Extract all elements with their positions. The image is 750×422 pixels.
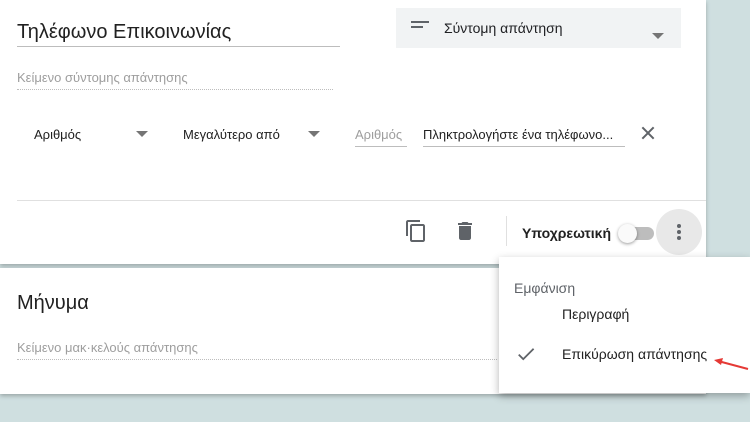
question-title[interactable]: Μήνυμα bbox=[17, 292, 89, 315]
check-icon bbox=[518, 348, 535, 361]
menu-item-label: Περιγραφή bbox=[562, 306, 630, 322]
trash-icon[interactable] bbox=[453, 219, 477, 243]
chevron-down-icon[interactable] bbox=[308, 131, 320, 137]
validation-condition-select[interactable]: Μεγαλύτερο από bbox=[183, 127, 280, 142]
validation-error-text-input[interactable]: Πληκτρολογήστε ένα τηλέφωνο... bbox=[423, 127, 625, 147]
more-vert-icon-dot bbox=[677, 236, 681, 240]
footer-divider bbox=[17, 200, 706, 201]
validation-type-select[interactable]: Αριθμός bbox=[34, 127, 81, 142]
answer-placeholder: Κείμενο σύντομης απάντησης bbox=[17, 70, 333, 90]
footer-vertical-divider bbox=[506, 216, 507, 246]
question-type-label: Σύντομη απάντηση bbox=[444, 20, 563, 36]
menu-header: Εμφάνιση bbox=[514, 280, 576, 296]
duplicate-icon[interactable] bbox=[404, 219, 428, 243]
question-type-dropdown[interactable]: Σύντομη απάντηση bbox=[396, 8, 681, 48]
validation-number-input[interactable]: Αριθμός bbox=[355, 127, 407, 147]
chevron-down-icon[interactable] bbox=[136, 131, 148, 137]
chevron-down-icon bbox=[652, 33, 664, 39]
toggle-thumb bbox=[618, 224, 637, 243]
question-title-input[interactable]: Τηλέφωνο Επικοινωνίας bbox=[17, 20, 340, 47]
more-vert-icon-dot bbox=[677, 230, 681, 234]
answer-placeholder: Κείμενο μακ·κελούς απάντησης bbox=[17, 340, 497, 360]
required-label: Υποχρεωτική bbox=[522, 225, 612, 241]
menu-item-description[interactable]: Περιγραφή bbox=[499, 297, 750, 333]
menu-item-label: Επικύρωση απάντησης bbox=[562, 346, 708, 362]
more-vert-icon bbox=[677, 224, 681, 228]
question-card-phone: Τηλέφωνο Επικοινωνίας Σύντομη απάντηση Κ… bbox=[0, 0, 706, 264]
short-text-icon bbox=[411, 21, 429, 35]
close-icon[interactable] bbox=[641, 126, 655, 140]
more-options-button[interactable] bbox=[656, 209, 702, 255]
annotation-arrow-icon bbox=[714, 358, 749, 370]
required-toggle[interactable] bbox=[618, 224, 656, 243]
